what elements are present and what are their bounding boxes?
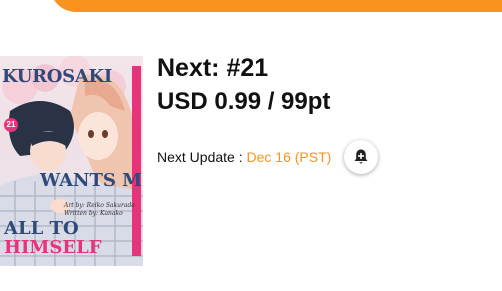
cover-credits: Art by: Reiko Sakurada Written by: Kanak… [64,202,135,218]
chapter-info-page: KUROSAKI 21 WANTS ME Art by: Reiko Sakur… [0,0,502,291]
volume-badge: 21 [4,118,18,132]
notify-button[interactable] [344,140,378,174]
cover-title-line4: HIMSELF [4,237,102,258]
cover-title-line3: ALL TO [4,218,79,239]
chapter-price: USD 0.99 / 99pt [157,88,331,115]
cover-image[interactable]: KUROSAKI 21 WANTS ME Art by: Reiko Sakur… [0,56,143,266]
cover-credit-written: Written by: Kanako [64,210,123,217]
next-update-label: Next Update : [157,149,247,165]
next-chapter-label: Next: #21 [157,54,269,82]
next-update-date: Dec 16 (PST) [246,149,332,165]
cover-credit-art: Art by: Reiko Sakurada [64,202,135,209]
cover-title-line2: WANTS ME [40,170,143,191]
next-update-row: Next Update : Dec 16 (PST) [157,149,331,165]
bell-plus-icon [354,149,368,164]
top-orange-tab [50,0,502,12]
cover-side-strip [132,66,141,256]
cover-title-line1: KUROSAKI [2,66,112,87]
